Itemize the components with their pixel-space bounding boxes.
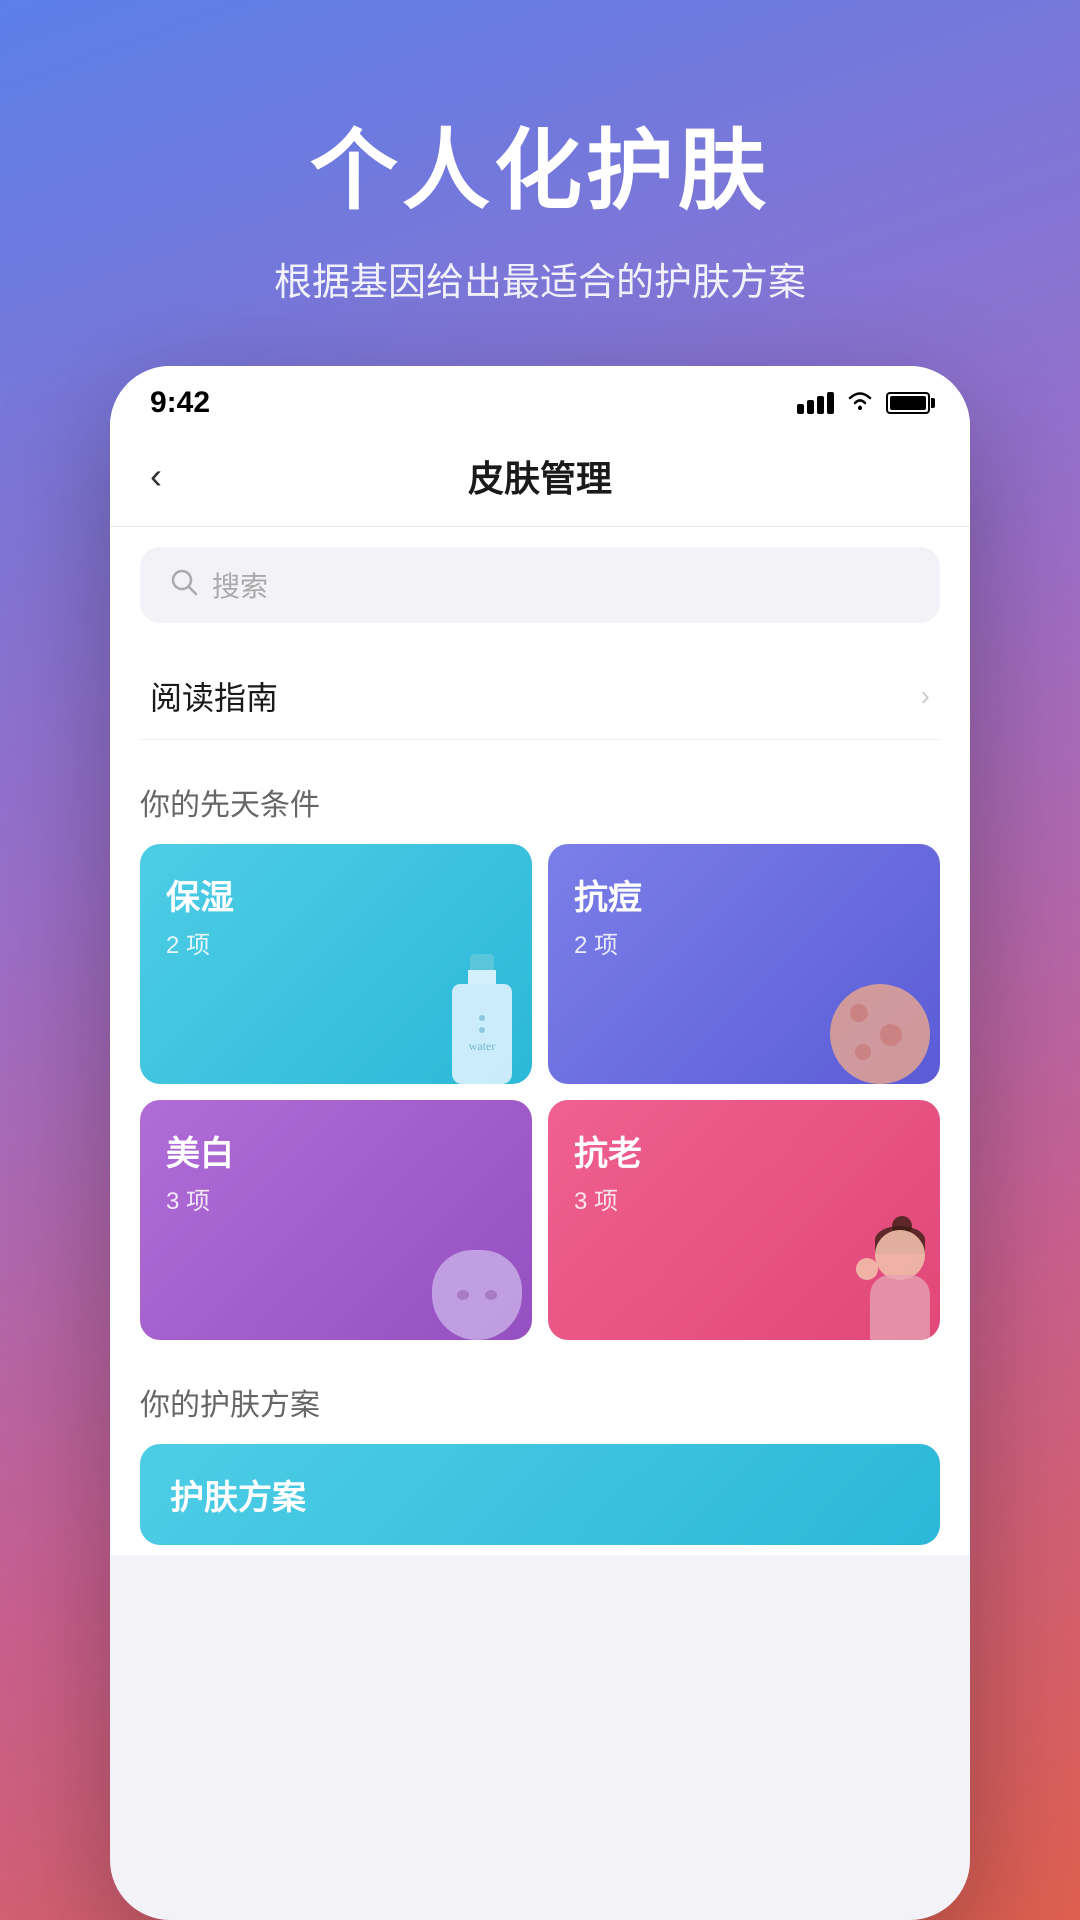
solution-section: 你的护肤方案 护肤方案: [110, 1360, 970, 1555]
status-icons: [797, 389, 930, 418]
search-placeholder: 搜索: [212, 565, 268, 605]
person-figure: [850, 1230, 930, 1340]
person-body: [870, 1275, 930, 1340]
card-antiaging-count: 3 项: [574, 1181, 914, 1216]
mask-eye-right: [485, 1290, 497, 1300]
guide-section: 阅读指南 ›: [110, 643, 970, 760]
guide-row[interactable]: 阅读指南 ›: [140, 653, 940, 740]
acne-spot-1: [850, 1004, 868, 1022]
solution-card-title: 护肤方案: [170, 1470, 306, 1519]
nav-bar: ‹ 皮肤管理: [110, 430, 970, 527]
cards-grid: 保湿 2 项 water: [140, 844, 940, 1340]
signal-bar-2: [807, 400, 814, 414]
status-time: 9:42: [150, 386, 210, 420]
signal-bar-1: [797, 404, 804, 414]
solution-card[interactable]: 护肤方案: [140, 1444, 940, 1545]
wifi-icon: [846, 389, 874, 418]
page-title: 皮肤管理: [210, 450, 870, 502]
status-bar: 9:42: [110, 366, 970, 430]
mask-eye-left: [457, 1290, 469, 1300]
card-acne[interactable]: 抗痘 2 项: [548, 844, 940, 1084]
acne-face: [830, 984, 930, 1084]
card-antiaging-title: 抗老: [574, 1126, 914, 1175]
mask-face: [432, 1250, 522, 1340]
card-acne-count: 2 项: [574, 925, 914, 960]
mask-face-image: [432, 1250, 522, 1340]
card-whitening-count: 3 项: [166, 1181, 506, 1216]
signal-bar-4: [827, 392, 834, 414]
card-whitening[interactable]: 美白 3 项: [140, 1100, 532, 1340]
bottle-neck: [468, 970, 496, 984]
water-bottle-image: water: [442, 954, 522, 1084]
bottle-body: water: [452, 984, 512, 1084]
card-acne-title: 抗痘: [574, 870, 914, 919]
acne-face-image: [830, 984, 930, 1084]
search-section: 搜索: [110, 527, 970, 643]
bottle-text: water: [469, 1039, 496, 1054]
acne-spot-3: [855, 1044, 871, 1060]
person-figure-image: [850, 1230, 930, 1340]
phone-mockup: 9:42 ‹ 皮肤管理: [110, 366, 970, 1920]
hero-section: 个人化护肤 根据基因给出最适合的护肤方案: [0, 0, 1080, 366]
bottle-cap: [470, 954, 494, 970]
card-moisture[interactable]: 保湿 2 项 water: [140, 844, 532, 1084]
card-whitening-title: 美白: [166, 1126, 506, 1175]
battery-fill: [890, 396, 926, 410]
search-bar[interactable]: 搜索: [140, 547, 940, 623]
mask-eyes: [457, 1290, 497, 1300]
hero-subtitle: 根据基因给出最适合的护肤方案: [60, 251, 1020, 306]
signal-bar-3: [817, 396, 824, 414]
app-content: 搜索 阅读指南 › 你的先天条件 保湿 2 项: [110, 527, 970, 1555]
chevron-right-icon: ›: [921, 680, 930, 712]
signal-icon: [797, 392, 834, 414]
solution-section-title: 你的护肤方案: [140, 1380, 940, 1424]
search-icon: [170, 568, 198, 603]
card-antiaging[interactable]: 抗老 3 项: [548, 1100, 940, 1340]
person-hand: [856, 1258, 878, 1280]
bottle-dot-1: [479, 1015, 485, 1021]
innate-section: 你的先天条件 保湿 2 项 water: [110, 760, 970, 1360]
person-head: [875, 1230, 925, 1280]
back-button[interactable]: ‹: [150, 455, 210, 497]
acne-spot-2: [880, 1024, 902, 1046]
bottle-dot-2: [479, 1027, 485, 1033]
hero-title: 个人化护肤: [60, 100, 1020, 227]
battery-icon: [886, 392, 930, 414]
innate-section-title: 你的先天条件: [140, 780, 940, 824]
guide-label: 阅读指南: [150, 673, 278, 719]
card-moisture-title: 保湿: [166, 870, 506, 919]
